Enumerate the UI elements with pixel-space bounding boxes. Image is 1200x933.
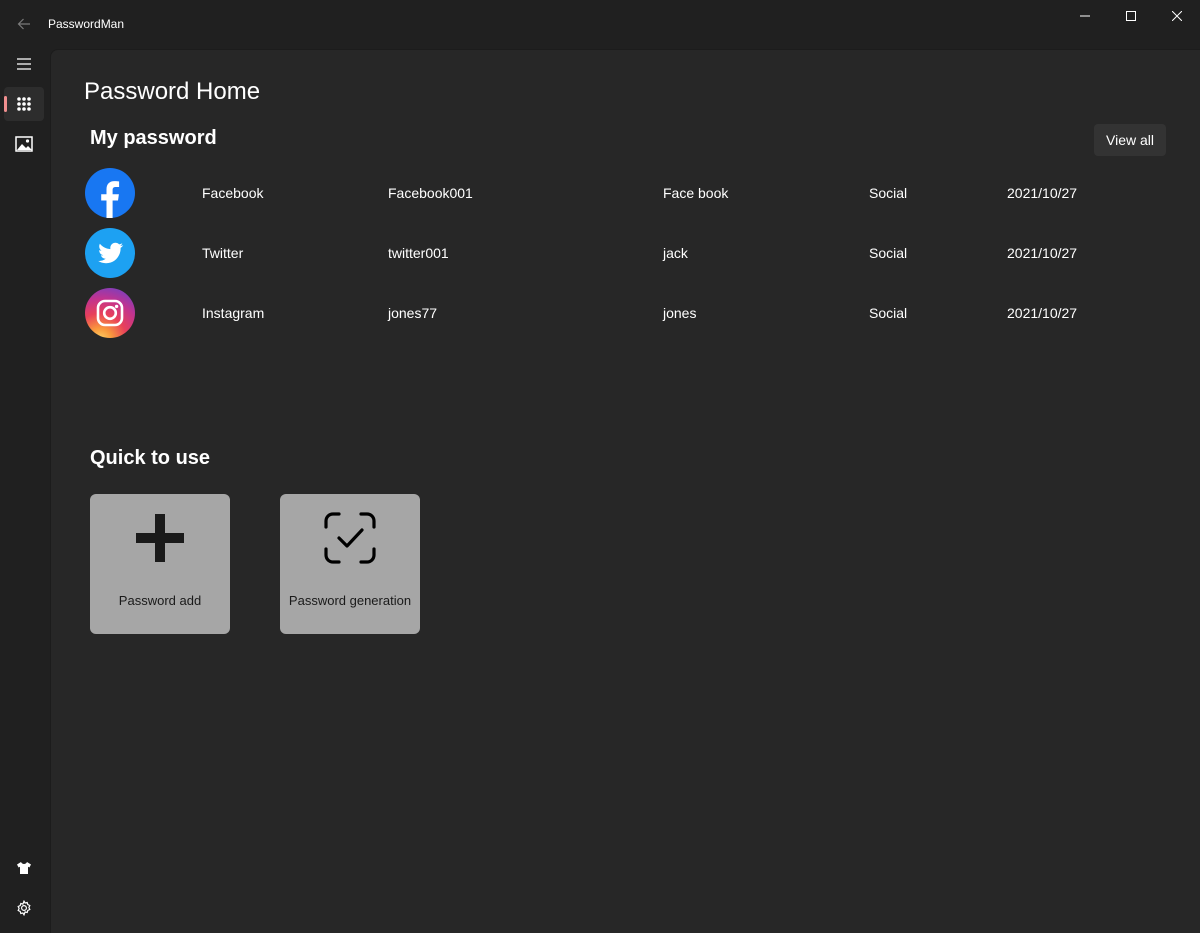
date: 2021/10/27: [1007, 245, 1078, 261]
nav-item-gallery[interactable]: [4, 127, 44, 161]
category: Social: [869, 305, 908, 321]
hamburger-menu-icon: [17, 58, 31, 70]
nav-menu-toggle[interactable]: [4, 47, 44, 81]
back-arrow-icon: [17, 18, 30, 30]
twitter-logo-icon: [85, 228, 135, 278]
display-name: jones: [663, 305, 697, 321]
view-all-button[interactable]: View all: [1094, 124, 1166, 156]
password-row[interactable]: Instagram jones77 jones Social 2021/10/2…: [84, 288, 1164, 340]
date: 2021/10/27: [1007, 185, 1078, 201]
close-icon: [1172, 11, 1182, 21]
category: Social: [869, 185, 908, 201]
tile-label: Password add: [118, 593, 202, 608]
maximize-icon: [1126, 11, 1136, 21]
display-name: jack: [663, 245, 688, 261]
back-button[interactable]: [8, 8, 40, 40]
password-add-tile[interactable]: Password add: [90, 494, 230, 634]
site-name: Instagram: [202, 305, 265, 321]
password-row[interactable]: Twitter twitter001 jack Social 2021/10/2…: [84, 228, 1164, 280]
app-title: PasswordMan: [48, 17, 125, 31]
quick-to-use-heading: Quick to use: [90, 447, 211, 469]
plus-icon: [136, 514, 184, 562]
dialpad-grid-icon: [17, 97, 31, 111]
password-generation-tile[interactable]: Password generation: [280, 494, 420, 634]
display-name: Face book: [663, 185, 729, 201]
user-id: twitter001: [388, 245, 449, 261]
nav-item-home[interactable]: [4, 87, 44, 121]
navigation-pane: [0, 48, 48, 932]
instagram-logo-icon: [85, 288, 135, 338]
image-icon: [15, 136, 33, 152]
minimize-icon: [1080, 15, 1090, 17]
title-bar: PasswordMan: [0, 0, 1200, 48]
scan-check-icon: [324, 512, 376, 564]
date: 2021/10/27: [1007, 305, 1078, 321]
minimize-button[interactable]: [1062, 0, 1108, 32]
nav-item-settings[interactable]: [4, 891, 44, 925]
site-name: Twitter: [202, 245, 244, 261]
site-name: Facebook: [202, 185, 264, 201]
tshirt-icon: [17, 862, 31, 874]
facebook-logo-icon: [85, 168, 135, 218]
close-button[interactable]: [1154, 0, 1200, 32]
maximize-button[interactable]: [1108, 0, 1154, 32]
my-password-heading: My password: [90, 127, 217, 149]
gear-icon: [17, 900, 31, 916]
nav-item-theme[interactable]: [4, 851, 44, 885]
content-panel: Password Home My password View all Faceb…: [50, 49, 1200, 933]
password-row[interactable]: Facebook Facebook001 Face book Social 20…: [84, 168, 1164, 220]
category: Social: [869, 245, 908, 261]
selection-indicator: [4, 96, 7, 112]
tile-label: Password generation: [288, 593, 412, 608]
page-title: Password Home: [84, 78, 261, 105]
user-id: jones77: [388, 305, 438, 321]
user-id: Facebook001: [388, 185, 473, 201]
